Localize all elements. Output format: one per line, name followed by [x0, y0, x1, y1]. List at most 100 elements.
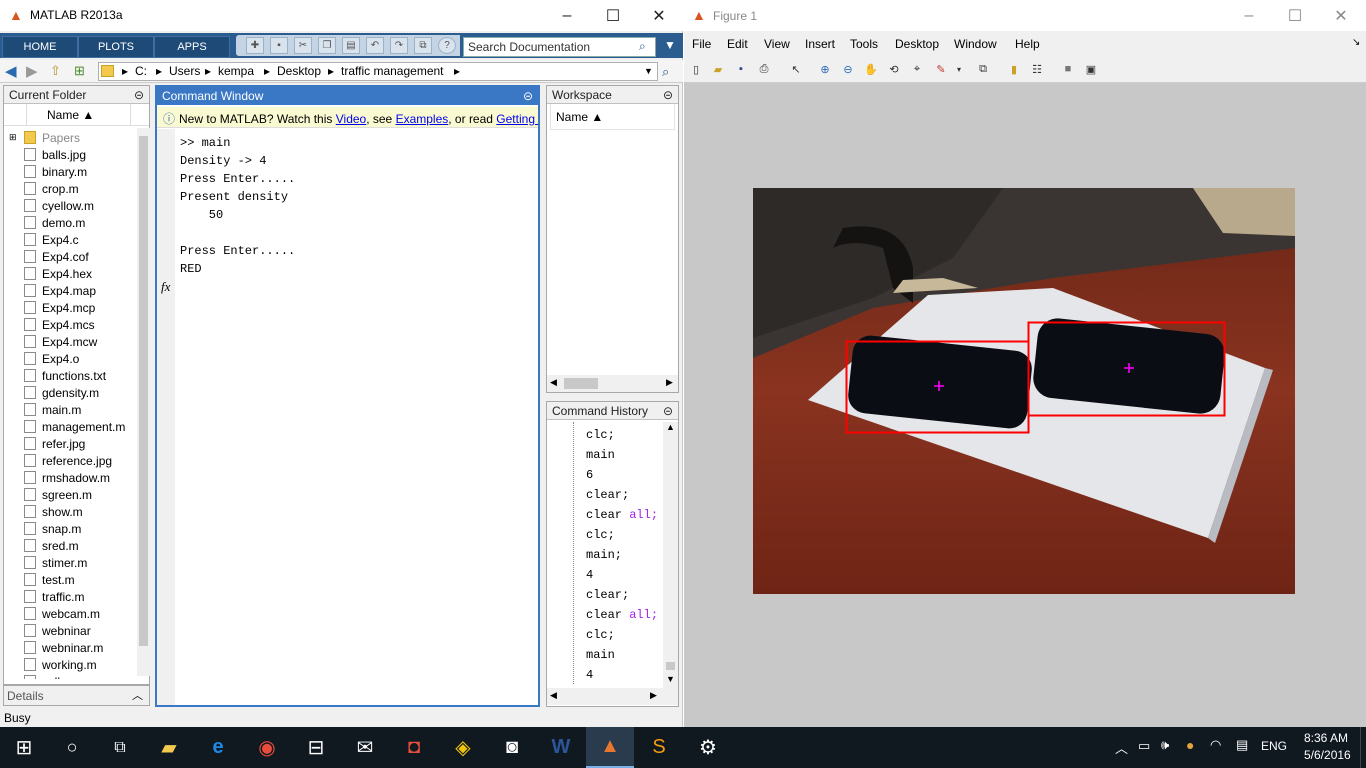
folder-item[interactable]: sred.m: [24, 537, 137, 554]
history-item[interactable]: clear all;: [586, 608, 658, 622]
legend-icon[interactable]: ☷: [1028, 60, 1046, 78]
up-folder-icon[interactable]: ⇧: [50, 63, 61, 79]
search-icon[interactable]: ○: [48, 727, 96, 768]
new-figure-icon[interactable]: ▯: [687, 60, 705, 78]
folder-item[interactable]: refer.jpg: [24, 435, 137, 452]
maps-icon[interactable]: ◈: [439, 727, 487, 768]
rotate-3d-icon[interactable]: ⟲: [885, 60, 903, 78]
switch-windows-icon[interactable]: ⧉: [414, 37, 432, 54]
maximize-button[interactable]: ☐: [590, 0, 636, 31]
workspace-name-column[interactable]: Name ▲: [550, 104, 675, 130]
menu-insert[interactable]: Insert: [805, 37, 835, 51]
start-button[interactable]: ⊞: [0, 727, 48, 768]
redo-icon[interactable]: ↷: [390, 37, 408, 54]
language-indicator[interactable]: ENG: [1261, 739, 1287, 753]
folder-item[interactable]: ⊞ Papers: [9, 129, 137, 146]
help-icon[interactable]: ?: [438, 37, 456, 54]
name-column[interactable]: Name ▲: [47, 108, 94, 122]
crumb-desktop[interactable]: Desktop: [277, 64, 321, 78]
volume-icon[interactable]: 🕪: [1161, 737, 1169, 753]
image-axes[interactable]: [753, 188, 1295, 594]
folder-item[interactable]: Exp4.cof: [24, 248, 137, 265]
crumb-traffic-management[interactable]: traffic management: [341, 64, 444, 78]
tab-apps[interactable]: APPS: [154, 36, 230, 58]
history-item[interactable]: clc;: [586, 428, 615, 442]
scroll-down-icon[interactable]: ▼: [666, 674, 675, 684]
minimize-button[interactable]: –: [544, 0, 590, 31]
folder-item[interactable]: traffic.m: [24, 588, 137, 605]
history-item[interactable]: main: [586, 648, 615, 662]
menu-window[interactable]: Window: [954, 37, 997, 51]
scroll-up-icon[interactable]: ▲: [666, 422, 675, 432]
brush-dropdown-icon[interactable]: ▾: [950, 60, 968, 78]
video-link[interactable]: Video: [336, 112, 366, 126]
folder-item[interactable]: Exp4.mcp: [24, 299, 137, 316]
history-item[interactable]: clear;: [586, 488, 629, 502]
folder-item[interactable]: Exp4.o: [24, 350, 137, 367]
folder-item[interactable]: webcam.m: [24, 605, 137, 622]
search-icon[interactable]: ⌕: [639, 39, 646, 54]
examples-link[interactable]: Examples: [396, 112, 449, 126]
dock-arrow-icon[interactable]: ↘: [1352, 37, 1360, 48]
show-hidden-icons-icon[interactable]: ︿: [1115, 738, 1128, 757]
store-icon[interactable]: ⊟: [292, 727, 340, 768]
close-button[interactable]: ✕: [636, 0, 682, 31]
edge-icon[interactable]: e: [194, 727, 242, 768]
save-figure-icon[interactable]: ▪: [732, 60, 750, 78]
browse-folder-icon[interactable]: ⊞: [74, 63, 85, 79]
paste-icon[interactable]: ▤: [342, 37, 360, 54]
folder-scrollbar[interactable]: [137, 128, 150, 676]
minimize-button[interactable]: –: [1226, 0, 1272, 31]
panel-menu-icon[interactable]: ⊝: [663, 404, 673, 418]
panel-menu-icon[interactable]: ⊝: [523, 89, 533, 103]
panel-menu-icon[interactable]: ⊝: [134, 88, 144, 102]
folder-item[interactable]: stimer.m: [24, 554, 137, 571]
brush-icon[interactable]: ✎: [932, 60, 950, 78]
folder-item[interactable]: Exp4.map: [24, 282, 137, 299]
folder-item[interactable]: gdensity.m: [24, 384, 137, 401]
folder-item[interactable]: crop.m: [24, 180, 137, 197]
folder-item[interactable]: balls.jpg: [24, 146, 137, 163]
history-item[interactable]: 4: [586, 568, 593, 582]
history-item[interactable]: main;: [586, 548, 622, 562]
folder-item[interactable]: main.m: [24, 401, 137, 418]
scroll-left-icon[interactable]: ◀: [550, 690, 557, 701]
search-folder-icon[interactable]: ⌕: [662, 64, 669, 80]
function-browser-icon[interactable]: fx: [161, 279, 170, 295]
open-file-icon[interactable]: ▰: [709, 60, 727, 78]
scroll-left-icon[interactable]: ◀: [550, 377, 557, 388]
forward-icon[interactable]: ▶: [26, 62, 38, 80]
workspace-hscrollbar[interactable]: ◀ ▶: [547, 375, 678, 392]
folder-item[interactable]: Exp4.mcw: [24, 333, 137, 350]
file-explorer-icon[interactable]: ▰: [145, 727, 193, 768]
keyboard-icon[interactable]: ▤: [1236, 737, 1248, 753]
folder-item[interactable]: yellow.m: [24, 673, 137, 679]
clock-date[interactable]: 5/6/2016: [1304, 748, 1351, 762]
tab-plots[interactable]: PLOTS: [78, 36, 154, 58]
history-item[interactable]: main: [586, 448, 615, 462]
menu-view[interactable]: View: [764, 37, 790, 51]
folder-item[interactable]: webninar.m: [24, 639, 137, 656]
settings-icon[interactable]: ⚙: [684, 727, 732, 768]
folder-item[interactable]: show.m: [24, 503, 137, 520]
print-icon[interactable]: ⎙: [755, 60, 773, 78]
edit-plot-icon[interactable]: ↖: [787, 60, 805, 78]
crumb-kempa[interactable]: kempa: [218, 64, 254, 78]
wifi-icon[interactable]: ◠: [1210, 737, 1221, 753]
clock-time[interactable]: 8:36 AM: [1304, 731, 1348, 745]
folder-item[interactable]: binary.m: [24, 163, 137, 180]
sublime-icon[interactable]: S: [635, 727, 683, 768]
ribbon-menu-icon[interactable]: ▼: [664, 38, 676, 52]
back-icon[interactable]: ◀: [5, 62, 17, 80]
scroll-thumb[interactable]: [564, 378, 598, 389]
battery-icon[interactable]: ▭: [1138, 738, 1150, 754]
show-desktop-button[interactable]: [1360, 727, 1366, 768]
maximize-button[interactable]: ☐: [1272, 0, 1318, 31]
folder-item[interactable]: cyellow.m: [24, 197, 137, 214]
history-item[interactable]: 4: [586, 668, 593, 682]
scroll-right-icon[interactable]: ▶: [650, 690, 657, 701]
history-item[interactable]: clear all;: [586, 508, 658, 522]
copy-icon[interactable]: ❐: [318, 37, 336, 54]
folder-item[interactable]: Exp4.mcs: [24, 316, 137, 333]
hide-plot-tools-icon[interactable]: ■: [1059, 60, 1077, 78]
